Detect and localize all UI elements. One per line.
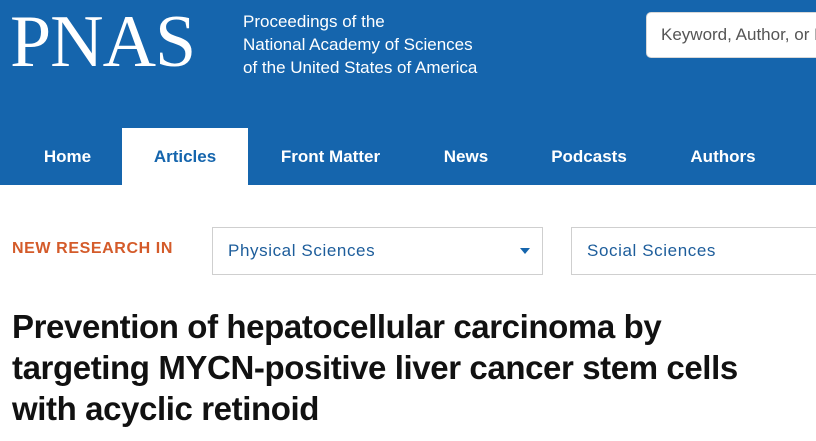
masthead: PNAS Proceedings of the National Academy… xyxy=(0,0,816,185)
tagline-line-2: National Academy of Sciences xyxy=(243,35,473,54)
search-box xyxy=(646,12,816,58)
social-sciences-select[interactable]: Social Sciences xyxy=(571,227,816,275)
nav-item-news[interactable]: News xyxy=(426,128,506,185)
tagline-line-3: of the United States of America xyxy=(243,58,478,77)
nav-item-articles[interactable]: Articles xyxy=(122,128,248,185)
nav-item-authors[interactable]: Authors xyxy=(674,128,772,185)
social-sciences-label: Social Sciences xyxy=(587,241,717,260)
journal-tagline: Proceedings of the National Academy of S… xyxy=(243,10,477,79)
main-nav: Home Articles Front Matter News Podcasts… xyxy=(0,128,816,185)
nav-item-home[interactable]: Home xyxy=(20,128,115,185)
physical-sciences-label: Physical Sciences xyxy=(228,241,376,260)
nav-item-front-matter[interactable]: Front Matter xyxy=(262,128,399,185)
new-research-label: NEW RESEARCH IN xyxy=(12,240,174,257)
pnas-logo[interactable]: PNAS xyxy=(10,2,196,82)
physical-sciences-select[interactable]: Physical Sciences xyxy=(212,227,543,275)
article-title: Prevention of hepatocellular carcinoma b… xyxy=(12,308,738,427)
tagline-line-1: Proceedings of the xyxy=(243,12,385,31)
nav-item-podcasts[interactable]: Podcasts xyxy=(534,128,644,185)
chevron-down-icon xyxy=(520,248,530,254)
search-input[interactable] xyxy=(647,13,816,57)
